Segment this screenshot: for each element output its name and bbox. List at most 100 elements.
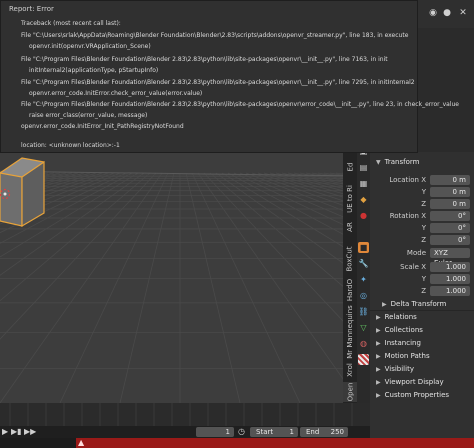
timeline-ruler[interactable] <box>0 403 370 426</box>
report-line: File "C:\Program Files\Blender Foundatio… <box>21 79 415 86</box>
report-line: location: <unknown location>:-1 <box>21 142 120 149</box>
overlay-icon[interactable]: ◉ <box>428 8 438 18</box>
location-y-field[interactable]: 0 m <box>430 187 470 197</box>
constraints-icon[interactable]: ⛓ <box>358 306 369 317</box>
instancing-header[interactable]: ▶ Instancing <box>376 339 421 347</box>
transform-header[interactable]: ▼ Transform <box>376 158 419 166</box>
chevron-right-icon: ▶ <box>376 339 381 347</box>
section-title: Motion Paths <box>384 352 430 360</box>
scale-z-label: Z <box>421 287 426 295</box>
location-x-field[interactable]: 0 m <box>430 175 470 185</box>
start-frame-field[interactable]: Start 1 <box>250 427 298 437</box>
rotation-mode-dropdown[interactable]: XYZ Euler <box>430 248 470 267</box>
timeline[interactable]: ▶ ▶▮ ▶▶ 1 ◷ Start 1 End 250 <box>0 403 370 438</box>
tab-ar[interactable]: AR <box>343 218 357 236</box>
chevron-down-icon: ▼ <box>376 158 381 166</box>
material-icon[interactable]: ◍ <box>358 338 369 349</box>
world-icon[interactable]: ● <box>358 210 369 221</box>
start-value: 1 <box>289 428 294 436</box>
tab-label: AR <box>346 222 354 232</box>
jump-keyframe-icon[interactable]: ▶▶ <box>24 427 36 437</box>
texture-icon[interactable] <box>358 354 369 365</box>
end-frame-field[interactable]: End 250 <box>300 427 348 437</box>
tab-ed[interactable]: Ed <box>343 156 357 178</box>
tab-label: Open <box>346 382 355 402</box>
end-value: 250 <box>330 428 344 436</box>
report-title: Report: Error <box>9 5 54 13</box>
playback-controls: ▶ ▶▮ ▶▶ 1 ◷ Start 1 End 250 <box>0 426 370 438</box>
mode-label: Mode <box>406 249 426 257</box>
physics-icon[interactable]: ◎ <box>358 290 369 301</box>
error-report-banner[interactable]: ▲ <box>76 438 474 448</box>
report-line: raise error_class(error_value, message) <box>29 112 148 119</box>
section-title: Custom Properties <box>384 391 450 399</box>
chevron-right-icon: ▶ <box>376 365 381 373</box>
output-icon[interactable]: ▤ <box>358 162 369 173</box>
tab-boxcut[interactable]: BoxCut <box>343 244 357 274</box>
collections-header[interactable]: ▶ Collections <box>376 326 423 334</box>
rotation-x-field[interactable]: 0° <box>430 211 470 221</box>
relations-header[interactable]: ▶ Relations <box>376 313 417 321</box>
tab-open[interactable]: Open <box>343 382 357 402</box>
tab-hardops[interactable]: HardO <box>343 276 357 304</box>
status-bar: ▲ <box>0 438 474 448</box>
report-line: openvr.init(openvr.VRApplication_Scene) <box>29 43 151 50</box>
scale-x-field[interactable]: 1.000 <box>430 262 470 272</box>
rotation-y-field[interactable]: 0° <box>430 223 470 233</box>
stopwatch-icon[interactable]: ◷ <box>238 427 245 437</box>
chevron-right-icon: ▶ <box>376 352 381 360</box>
report-line: Traceback (most recent call last): <box>21 20 121 27</box>
delta-transform-header[interactable]: ▶ Delta Transform <box>382 300 446 308</box>
tab-ue-to-ri[interactable]: UE to Ri <box>343 182 357 216</box>
sidebar-tab-strip: Ed UE to Ri AR BoxCut HardO Mr Mannequin… <box>343 126 357 403</box>
location-z-field[interactable]: 0 m <box>430 199 470 209</box>
scale-x-label: Scale X <box>400 263 426 271</box>
tab-label: Ed <box>346 162 354 172</box>
scene-icon[interactable]: ◆ <box>358 194 369 205</box>
view-layer-icon[interactable]: ▦ <box>358 178 369 189</box>
section-title: Collections <box>384 326 423 334</box>
chevron-right-icon: ▶ <box>376 313 381 321</box>
tab-label: UE to Ri <box>346 185 354 213</box>
end-label: End <box>306 428 320 436</box>
scale-z-field[interactable]: 1.000 <box>430 286 470 296</box>
chevron-right-icon: ▶ <box>382 300 387 308</box>
chevron-right-icon: ▶ <box>376 326 381 334</box>
play-icon[interactable]: ▶ <box>2 427 8 437</box>
divider <box>370 310 474 311</box>
rotation-z-field[interactable]: 0° <box>430 235 470 245</box>
motion-paths-header[interactable]: ▶ Motion Paths <box>376 352 430 360</box>
scale-y-field[interactable]: 1.000 <box>430 274 470 284</box>
particles-icon[interactable]: ✦ <box>358 274 369 285</box>
shading-icon[interactable]: ● <box>442 8 452 18</box>
section-title: Instancing <box>384 339 421 347</box>
report-line: initInternal2(applicationType, pStartupI… <box>29 67 159 74</box>
timeline-ticks <box>9 403 353 426</box>
section-title: Relations <box>384 313 417 321</box>
properties-tool-column: ✎ ▣ ▤ ▦ ◆ ● ■ 🔧 ✦ ◎ ⛓ ▽ ◍ <box>357 126 370 403</box>
custom-properties-header[interactable]: ▶ Custom Properties <box>376 391 449 399</box>
report-line: openvr.error_code.InitError.check_error_… <box>29 90 203 97</box>
jump-end-icon[interactable]: ▶▮ <box>11 427 22 437</box>
rotation-z-label: Z <box>421 236 426 244</box>
close-icon[interactable]: ✕ <box>458 8 468 18</box>
report-line: File "C:\Users\srlak\AppData\Roaming\Ble… <box>21 32 409 39</box>
report-line: File "C:\Program Files\Blender Foundatio… <box>21 101 459 108</box>
error-report-popup: Report: Error Traceback (most recent cal… <box>0 0 459 153</box>
visibility-header[interactable]: ▶ Visibility <box>376 365 414 373</box>
current-frame-field[interactable]: 1 <box>196 427 234 437</box>
object-icon[interactable]: ■ <box>358 242 369 253</box>
section-title: Viewport Display <box>384 378 444 386</box>
viewport-display-header[interactable]: ▶ Viewport Display <box>376 378 444 386</box>
object-properties-panel: ▼ Transform Location X 0 m Y 0 m Z 0 m R… <box>370 152 474 403</box>
properties-panel-filler <box>370 403 474 438</box>
report-line: openvr.error_code.InitError_Init_PathReg… <box>21 123 184 130</box>
tab-xrol[interactable]: Xrol <box>343 360 357 380</box>
default-cube[interactable] <box>0 157 45 228</box>
object-data-icon[interactable]: ▽ <box>358 322 369 333</box>
tab-mr-mannequins[interactable]: Mr Mannequins <box>343 305 357 359</box>
location-y-label: Y <box>421 188 426 196</box>
modifier-icon[interactable]: 🔧 <box>358 258 369 269</box>
warning-icon: ▲ <box>78 438 85 447</box>
rotation-y-label: Y <box>421 224 426 232</box>
